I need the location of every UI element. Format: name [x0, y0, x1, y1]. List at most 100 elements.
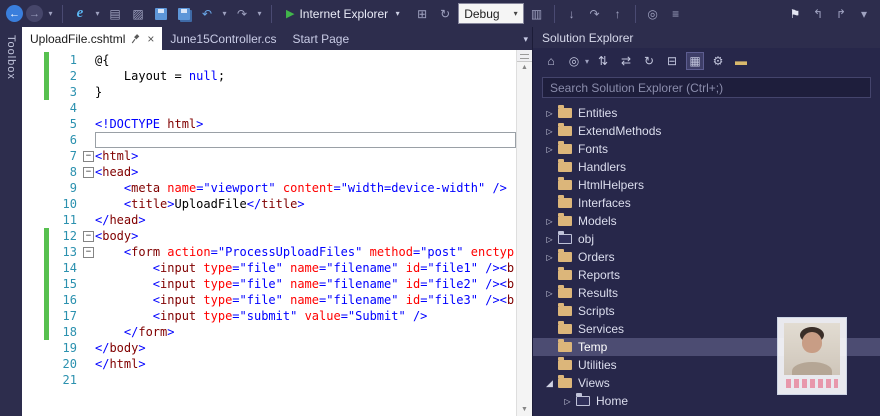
- navigate-to-icon[interactable]: ≡: [666, 4, 686, 24]
- tree-item-reports[interactable]: Reports: [533, 266, 880, 284]
- expand-arrow-icon[interactable]: ▷: [543, 235, 556, 244]
- code-text[interactable]: <input type="file" name="filename" id="f…: [95, 276, 516, 292]
- breakpoint-margin[interactable]: [22, 372, 44, 388]
- breakpoint-margin[interactable]: [22, 132, 44, 148]
- pin-icon[interactable]: [131, 33, 141, 44]
- code-text[interactable]: <input type="file" name="filename" id="f…: [95, 260, 516, 276]
- breakpoint-margin[interactable]: [22, 292, 44, 308]
- next-bookmark-icon[interactable]: ↱: [831, 4, 851, 24]
- code-text[interactable]: Layout = null;: [95, 68, 516, 84]
- tree-item-htmlhelpers[interactable]: HtmlHelpers: [533, 176, 880, 194]
- breakpoint-margin[interactable]: [22, 164, 44, 180]
- step-over-icon[interactable]: ↷: [585, 4, 605, 24]
- redo-icon[interactable]: ↷: [232, 4, 252, 24]
- breakpoint-margin[interactable]: [22, 116, 44, 132]
- code-text[interactable]: <!DOCTYPE html>: [95, 116, 516, 132]
- breakpoint-margin[interactable]: [22, 84, 44, 100]
- tab-list-chevron-icon[interactable]: ▾: [523, 34, 528, 45]
- browse-with-icon[interactable]: e: [70, 4, 90, 24]
- home-icon[interactable]: ⌂: [542, 52, 560, 70]
- editor-tab[interactable]: UploadFile.cshtml ×: [22, 27, 163, 50]
- navigate-backward-icon[interactable]: ←: [6, 5, 23, 22]
- close-icon[interactable]: ×: [147, 33, 154, 45]
- code-text[interactable]: }: [95, 84, 516, 100]
- show-all-files-icon[interactable]: ▦: [686, 52, 705, 70]
- expand-arrow-icon[interactable]: ◢: [543, 378, 556, 389]
- fold-toggle[interactable]: −: [83, 151, 94, 162]
- tree-item-models[interactable]: ▷ Models: [533, 212, 880, 230]
- pending-changes-filter-icon[interactable]: ⇅: [594, 52, 612, 70]
- step-into-icon[interactable]: ↓: [562, 4, 582, 24]
- solution-configurations-combo[interactable]: Debug ▾: [458, 3, 524, 24]
- tree-item-obj[interactable]: ▷ obj: [533, 230, 880, 248]
- expand-arrow-icon[interactable]: ▷: [543, 145, 556, 154]
- scroll-down-icon[interactable]: ▼: [521, 404, 528, 416]
- split-handle[interactable]: [517, 50, 532, 62]
- attach-to-process-icon[interactable]: ⊞: [412, 4, 432, 24]
- code-text[interactable]: [95, 132, 516, 148]
- code-text[interactable]: </body>: [95, 340, 516, 356]
- code-text[interactable]: [95, 372, 516, 388]
- step-out-icon[interactable]: ↑: [608, 4, 628, 24]
- breakpoint-margin[interactable]: [22, 100, 44, 116]
- code-text[interactable]: <input type="file" name="filename" id="f…: [95, 292, 516, 308]
- code-text[interactable]: <input type="submit" value="Submit" />: [95, 308, 516, 324]
- toolbox-panel-tab[interactable]: Toolbox: [0, 27, 22, 416]
- dropdown-chevron-icon[interactable]: ▾: [220, 9, 229, 18]
- breakpoint-margin[interactable]: [22, 52, 44, 68]
- tree-item-fonts[interactable]: ▷ Fonts: [533, 140, 880, 158]
- new-file-icon[interactable]: ▤: [105, 4, 125, 24]
- code-text[interactable]: </html>: [95, 356, 516, 372]
- code-text[interactable]: <html>: [95, 148, 516, 164]
- dropdown-chevron-icon[interactable]: ▾: [93, 9, 102, 18]
- breakpoint-margin[interactable]: [22, 180, 44, 196]
- browser-link-refresh-icon[interactable]: ↻: [435, 4, 455, 24]
- dropdown-chevron-icon[interactable]: ▾: [255, 9, 264, 18]
- breakpoint-margin[interactable]: [22, 148, 44, 164]
- code-text[interactable]: [95, 100, 516, 116]
- expand-arrow-icon[interactable]: ▷: [543, 289, 556, 298]
- code-area[interactable]: 1 @{2 Layout = null; 3} 4 5 <!DOCTYPE html> 6 7…: [22, 50, 516, 416]
- breakpoint-margin[interactable]: [22, 308, 44, 324]
- dropdown-chevron-icon[interactable]: ▾: [585, 57, 589, 66]
- code-text[interactable]: <body>: [95, 228, 516, 244]
- editor-tab[interactable]: Start Page: [284, 27, 357, 50]
- properties-icon[interactable]: ⚙: [709, 52, 727, 70]
- preview-selected-items-icon[interactable]: ▬: [732, 52, 750, 70]
- tree-item-results[interactable]: ▷ Results: [533, 284, 880, 302]
- tree-item-home[interactable]: ▷ Home: [533, 392, 880, 410]
- code-text[interactable]: </form>: [95, 324, 516, 340]
- toolbar-options-icon[interactable]: ▾: [854, 4, 874, 24]
- navigate-forward-icon[interactable]: →: [26, 5, 43, 22]
- sync-with-active-document-icon[interactable]: ⇄: [617, 52, 635, 70]
- save-icon[interactable]: [151, 4, 171, 24]
- fold-toggle[interactable]: −: [83, 167, 94, 178]
- find-in-files-icon[interactable]: ◎: [643, 4, 663, 24]
- code-text[interactable]: </head>: [95, 212, 516, 228]
- toggle-bookmark-icon[interactable]: ⚑: [785, 4, 805, 24]
- breakpoint-margin[interactable]: [22, 244, 44, 260]
- search-input[interactable]: [542, 77, 871, 98]
- breakpoint-margin[interactable]: [22, 356, 44, 372]
- start-debugging-button[interactable]: ▶ Internet Explorer ▾: [279, 3, 409, 24]
- tree-item-entities[interactable]: ▷ Entities: [533, 104, 880, 122]
- breakpoint-margin[interactable]: [22, 324, 44, 340]
- breakpoint-margin[interactable]: [22, 68, 44, 84]
- breakpoint-margin[interactable]: [22, 260, 44, 276]
- expand-arrow-icon[interactable]: ▷: [543, 217, 556, 226]
- editor-tab[interactable]: June15Controller.cs: [162, 27, 284, 50]
- solution-platforms-icon[interactable]: ▥: [527, 4, 547, 24]
- fold-toggle[interactable]: −: [83, 247, 94, 258]
- breakpoint-margin[interactable]: [22, 340, 44, 356]
- tree-item-orders[interactable]: ▷ Orders: [533, 248, 880, 266]
- editor-scrollbar[interactable]: ▲ ▼: [516, 50, 532, 416]
- tree-item-handlers[interactable]: Handlers: [533, 158, 880, 176]
- expand-arrow-icon[interactable]: ▷: [543, 127, 556, 136]
- refresh-icon[interactable]: ↻: [640, 52, 658, 70]
- tree-item-extendmethods[interactable]: ▷ ExtendMethods: [533, 122, 880, 140]
- code-text[interactable]: <form action="ProcessUploadFiles" method…: [95, 244, 516, 260]
- switch-views-icon[interactable]: ◎: [565, 52, 583, 70]
- undo-icon[interactable]: ↶: [197, 4, 217, 24]
- code-text[interactable]: <head>: [95, 164, 516, 180]
- code-text[interactable]: <meta name="viewport" content="width=dev…: [95, 180, 516, 196]
